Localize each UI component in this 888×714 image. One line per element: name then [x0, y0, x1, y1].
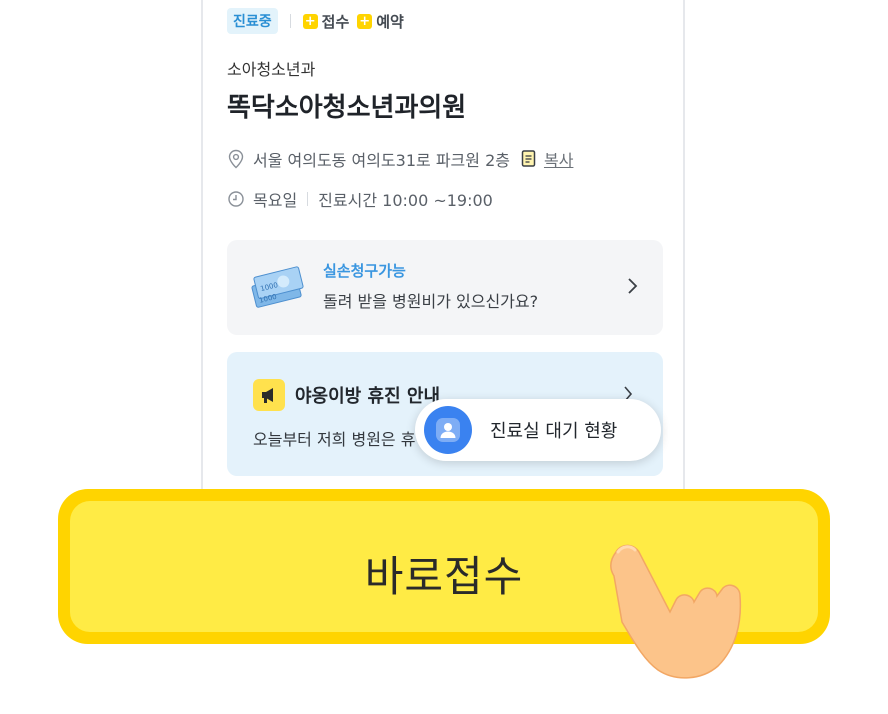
chevron-right-icon — [628, 278, 638, 294]
clock-icon — [228, 191, 244, 207]
clinic-category: 소아청소년과 — [227, 60, 316, 79]
notice-body: 오늘부터 저희 병원은 휴 — [253, 430, 416, 449]
status-row: 진료중 + 접수 + 예약 — [227, 8, 404, 34]
divider — [307, 192, 309, 206]
clinic-hours: 진료시간 10:00 ~19:00 — [318, 191, 493, 210]
person-icon — [424, 406, 472, 454]
insurance-claim-card[interactable]: 1000 1000 실손청구가능 돌려 받을 병원비가 있으신가요? — [227, 240, 663, 335]
option-reception-label: 접수 — [321, 12, 350, 31]
location-pin-icon — [228, 149, 244, 169]
insurance-card-subtitle: 돌려 받을 병원비가 있으신가요? — [323, 292, 539, 311]
option-reservation-label: 예약 — [376, 12, 404, 31]
address-row: 서울 여의도동 여의도31로 파크원 2층 복사 — [227, 147, 573, 171]
plus-icon: + — [357, 13, 373, 29]
divider — [289, 14, 291, 28]
plus-icon: + — [302, 13, 318, 29]
waiting-status-label: 진료실 대기 현황 — [490, 421, 618, 442]
clinic-day: 목요일 — [253, 191, 298, 210]
clinic-name: 똑닥소아청소년과의원 — [227, 93, 467, 123]
option-reservation: + 예약 — [357, 11, 404, 32]
notice-title: 야옹이방 휴진 안내 — [295, 386, 441, 407]
option-reception: + 접수 — [302, 11, 350, 32]
insurance-card-title: 실손청구가능 — [323, 262, 406, 280]
clinic-address: 서울 여의도동 여의도31로 파크원 2층 — [253, 151, 510, 170]
copy-address-link[interactable]: 복사 — [544, 147, 573, 171]
megaphone-icon — [253, 379, 285, 411]
waiting-status-button[interactable]: 진료실 대기 현황 — [415, 399, 661, 461]
money-bills-icon: 1000 1000 — [251, 266, 304, 308]
pointing-hand-icon — [610, 544, 742, 679]
hours-row: 목요일 진료시간 10:00 ~19:00 — [227, 187, 493, 211]
status-badge: 진료중 — [227, 8, 278, 34]
copy-icon[interactable] — [520, 149, 538, 169]
